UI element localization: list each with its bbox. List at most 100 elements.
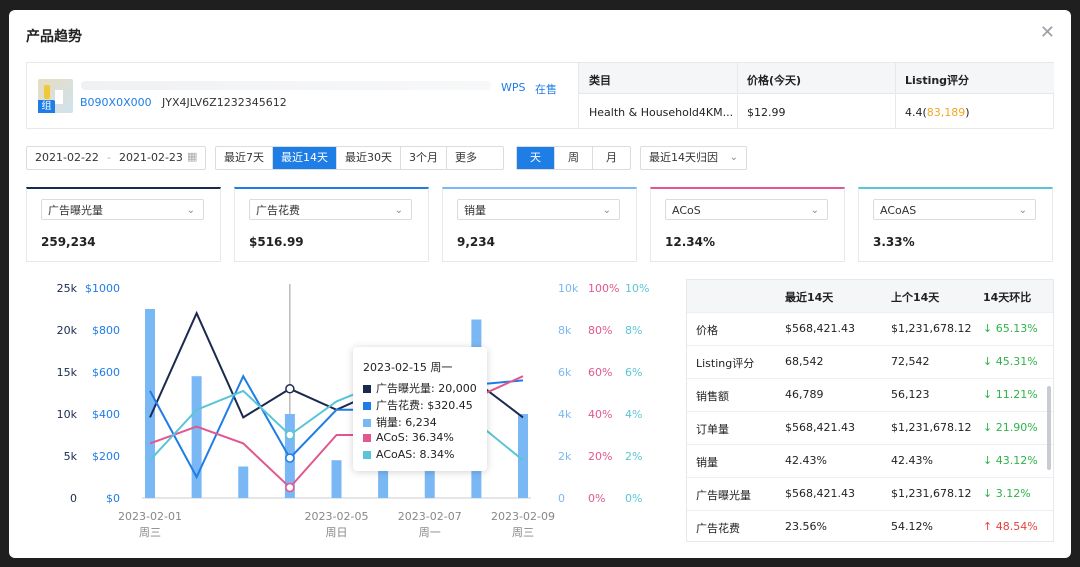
range-selector[interactable]: 最近7天 最近14天 最近30天 3个月 更多 (215, 146, 504, 170)
attribution-dropdown[interactable]: 最近14天归因 ⌄ (640, 146, 747, 170)
row-label: 广告花费 (696, 522, 740, 535)
table-row: 销售额 46,789 56,123 ↓ 11.21% (687, 378, 1053, 411)
legend-swatch (363, 419, 371, 427)
date-range-picker[interactable]: 2021-02-22 - 2021-02-23 ▦ (26, 146, 206, 170)
row-label: Listing评分 (696, 357, 755, 370)
granularity-option[interactable]: 月 (592, 147, 630, 169)
x-tick-date: 2023-02-01 (118, 510, 182, 523)
product-trend-dialog: 产品趋势 ✕ 组 B090X0X000 JYX4JLV6Z1232345612 … (9, 10, 1071, 558)
metric-card: ACoAS ⌄ 3.33% (858, 187, 1053, 262)
axis-tick-acoas: 0% (625, 492, 642, 505)
previous-value: 42.43% (891, 454, 933, 467)
metric-select[interactable]: 销量 ⌄ (457, 199, 620, 220)
x-tick-date: 2023-02-09 (491, 510, 555, 523)
tooltip-row: 广告花费: $320.45 (363, 397, 473, 413)
hover-point (285, 430, 295, 440)
metric-select[interactable]: 广告曝光量 ⌄ (41, 199, 204, 220)
metric-select[interactable]: 广告花费 ⌄ (249, 199, 412, 220)
range-option[interactable]: 最近14天 (272, 147, 336, 169)
recent-value: 68,542 (785, 355, 824, 368)
range-option[interactable]: 最近30天 (336, 147, 400, 169)
axis-tick-spend: $0 (106, 492, 120, 505)
metric-value: $516.99 (249, 235, 304, 249)
axis-tick-impressions: 0 (70, 492, 77, 505)
x-tick-date: 2023-02-05 (305, 510, 369, 523)
previous-value: $1,231,678.12 (891, 421, 972, 434)
change-value: ↓ 45.31% (983, 355, 1038, 368)
granularity-selector[interactable]: 天周月 (516, 146, 631, 170)
previous-value: $1,231,678.12 (891, 487, 972, 500)
chevron-down-icon: ⌄ (1018, 205, 1027, 216)
table-header: 最近14天 上个14天 14天环比 (687, 280, 1053, 312)
tooltip-row: 销量: 6,234 (363, 414, 437, 430)
axis-tick-spend: $800 (92, 324, 120, 337)
chevron-down-icon: ⌄ (186, 205, 195, 216)
table-scrollbar[interactable] (1047, 386, 1051, 470)
table-row: 销量 42.43% 42.43% ↓ 43.12% (687, 444, 1053, 477)
product-name-redacted (81, 81, 491, 90)
chevron-down-icon: ⌄ (729, 152, 738, 163)
close-icon[interactable]: ✕ (1040, 24, 1055, 42)
sales-bar (518, 414, 528, 498)
metric-label: ACoS (672, 204, 701, 217)
x-tick-date: 2023-02-07 (398, 510, 462, 523)
previous-value: 72,542 (891, 355, 930, 368)
axis-tick-acos: 100% (588, 282, 619, 295)
sales-bar (145, 309, 155, 498)
range-option[interactable]: 更多 (446, 147, 503, 169)
tooltip-row: 广告曝光量: 20,000 (363, 380, 477, 396)
tooltip-row: ACoS: 36.34% (363, 431, 454, 444)
axis-tick-acos: 60% (588, 366, 612, 379)
metric-card: 广告曝光量 ⌄ 259,234 (26, 187, 221, 262)
axis-tick-acos: 80% (588, 324, 612, 337)
hover-point (285, 384, 295, 394)
row-label: 销售额 (696, 390, 729, 403)
axis-tick-acoas: 4% (625, 408, 642, 421)
axis-tick-sales: 10k (558, 282, 579, 295)
row-label: 广告曝光量 (696, 489, 751, 502)
hover-point (285, 453, 295, 463)
range-option[interactable]: 3个月 (400, 147, 446, 169)
metric-select[interactable]: ACoS ⌄ (665, 199, 828, 220)
axis-tick-acos: 0% (588, 492, 605, 505)
axis-tick-impressions: 25k (57, 282, 78, 295)
metric-select[interactable]: ACoAS ⌄ (873, 199, 1036, 220)
axis-tick-acoas: 2% (625, 450, 642, 463)
axis-tick-sales: 2k (558, 450, 572, 463)
axis-tick-acoas: 10% (625, 282, 649, 295)
granularity-option[interactable]: 天 (517, 147, 554, 169)
table-row: 订单量 $568,421.43 $1,231,678.12 ↓ 21.90% (687, 411, 1053, 444)
table-row: 广告花费 23.56% 54.12% ↑ 48.54% (687, 510, 1053, 541)
dialog-title: 产品趋势 (26, 29, 82, 45)
axis-tick-sales: 6k (558, 366, 572, 379)
rating-value: 4.4(83,189) (905, 106, 970, 119)
metric-label: 销量 (464, 204, 486, 217)
x-tick-day: 周日 (326, 526, 348, 539)
wps-link[interactable]: WPS (501, 81, 526, 94)
change-value: ↑ 48.54% (983, 520, 1038, 533)
x-tick-day: 周一 (419, 526, 441, 539)
chevron-down-icon: ⌄ (810, 205, 819, 216)
tooltip-title: 2023-02-15 周一 (363, 361, 453, 374)
recent-value: 42.43% (785, 454, 827, 467)
recent-value: $568,421.43 (785, 487, 855, 500)
row-label: 价格 (696, 324, 718, 337)
axis-tick-acoas: 6% (625, 366, 642, 379)
table-row: 价格 $568,421.43 $1,231,678.12 ↓ 65.13% (687, 312, 1053, 345)
asin-link[interactable]: B090X0X000 (80, 96, 152, 109)
sales-bar (284, 414, 295, 498)
sales-bar (238, 466, 249, 498)
granularity-option[interactable]: 周 (554, 147, 592, 169)
group-badge: 组 (38, 100, 55, 113)
table-row: Listing评分 68,542 72,542 ↓ 45.31% (687, 345, 1053, 378)
header-rating: Listing评分 (905, 74, 970, 87)
metric-label: 广告花费 (256, 204, 300, 217)
legend-swatch (363, 434, 371, 442)
range-option[interactable]: 最近7天 (216, 147, 272, 169)
legend-swatch (363, 385, 371, 393)
previous-value: $1,231,678.12 (891, 322, 972, 335)
previous-value: 54.12% (891, 520, 933, 533)
axis-tick-sales: 4k (558, 408, 572, 421)
recent-value: 23.56% (785, 520, 827, 533)
axis-tick-spend: $400 (92, 408, 120, 421)
